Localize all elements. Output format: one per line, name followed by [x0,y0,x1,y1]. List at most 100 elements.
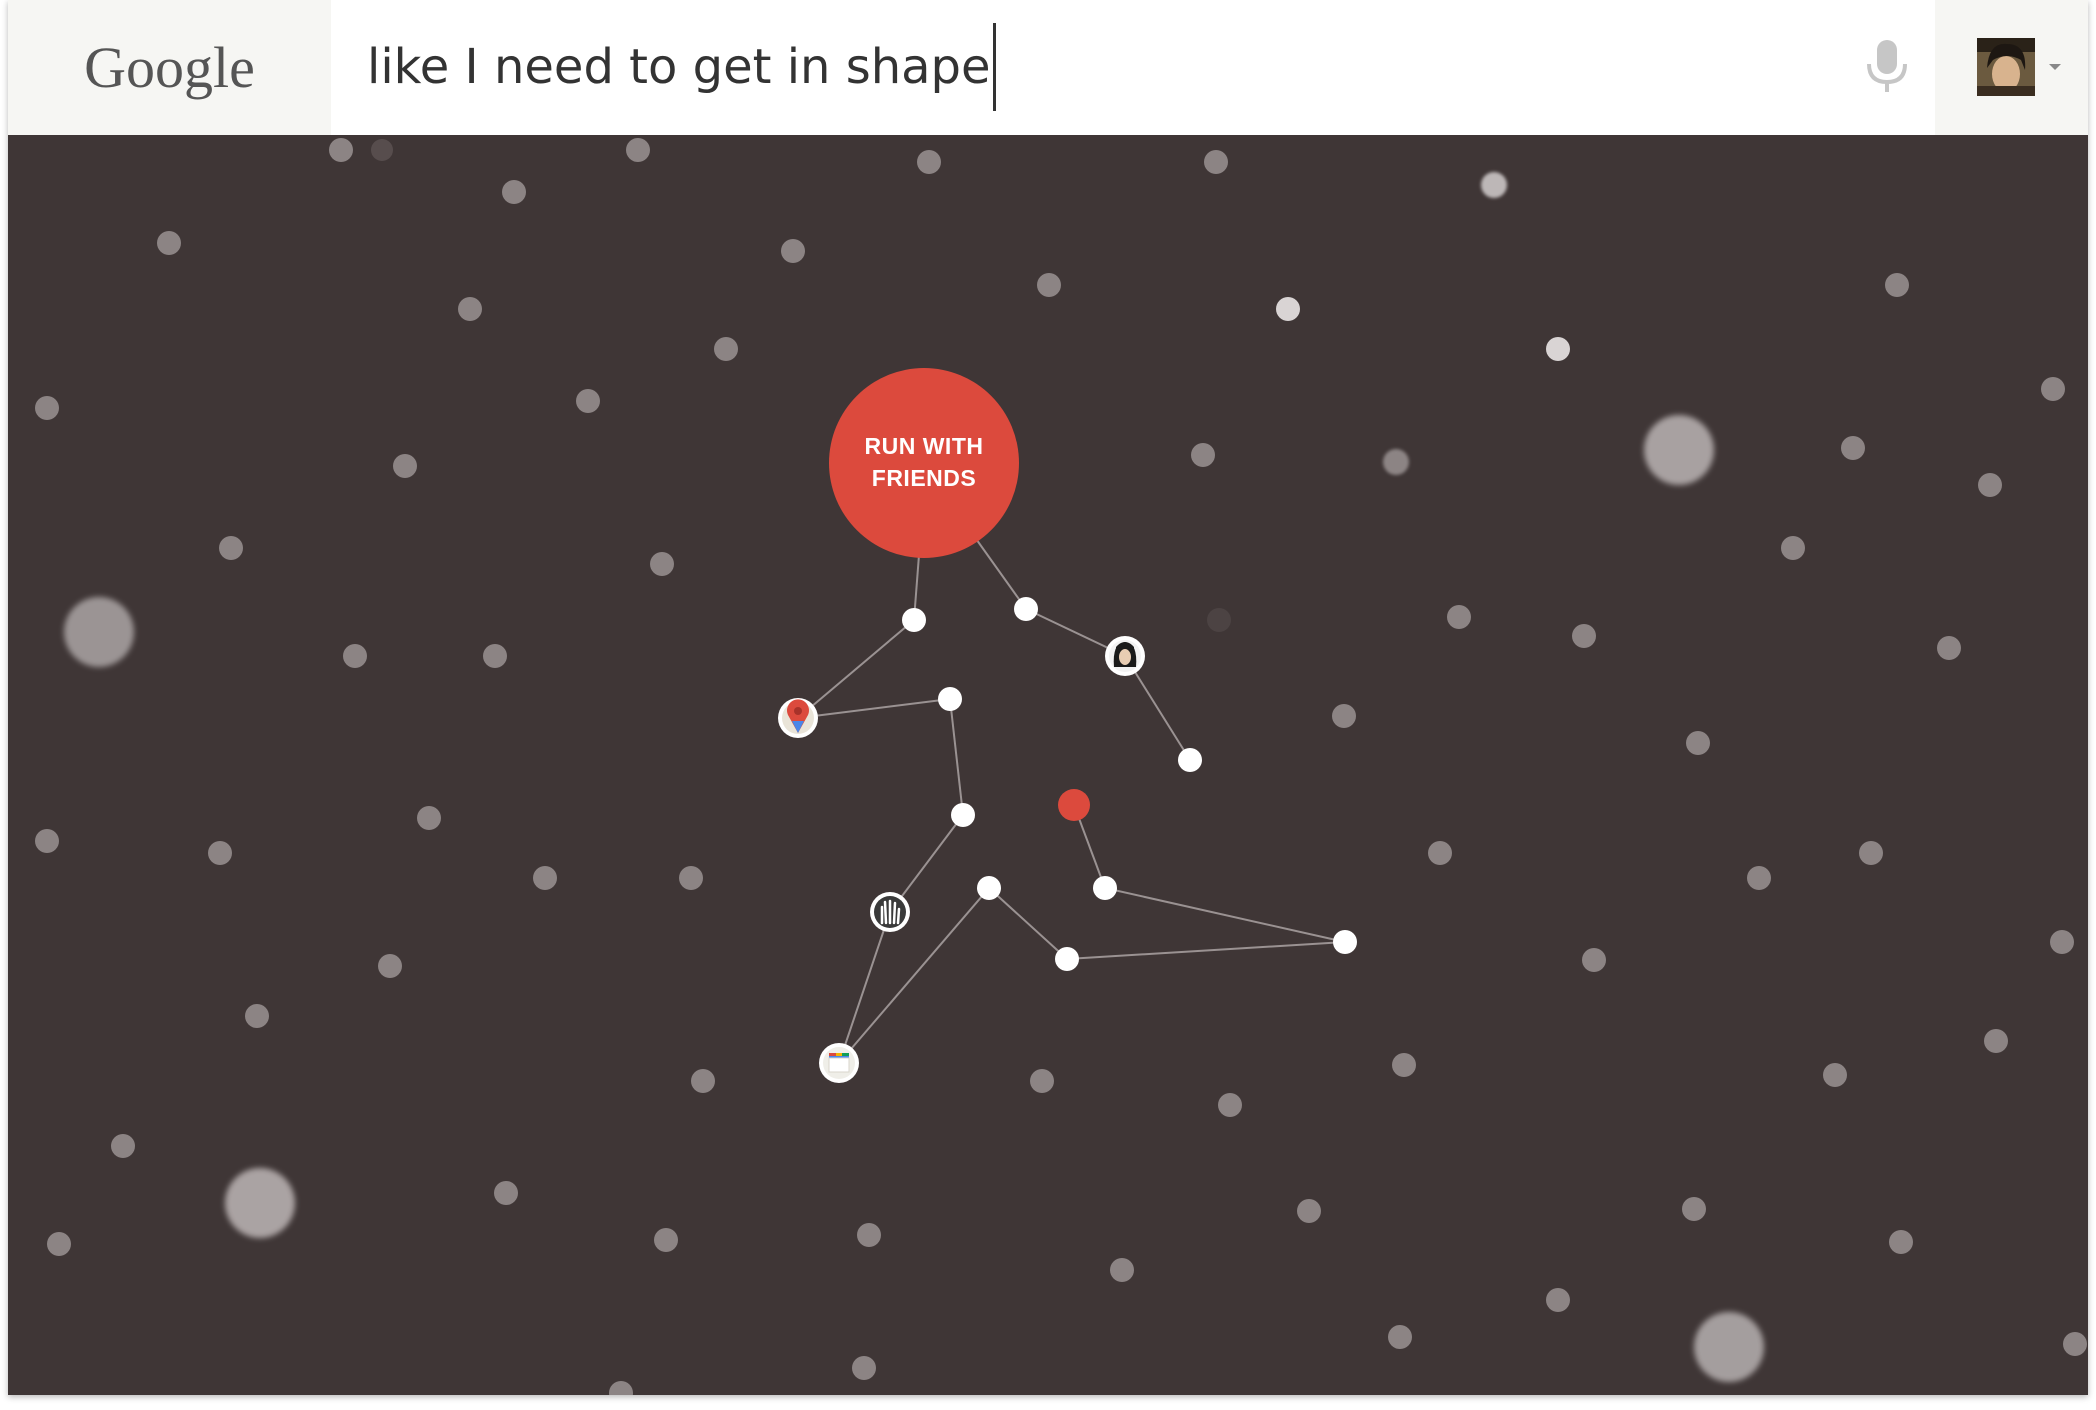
edge [1066,941,1346,960]
background-dot [483,644,507,668]
blurred-dot [1694,1312,1764,1382]
background-dot [650,552,674,576]
background-dot [502,180,526,204]
background-dot [1572,624,1596,648]
account-avatar[interactable] [1977,38,2035,96]
app-window: Google like I need to get in shape RUN W… [8,0,2088,1395]
background-dot [208,841,232,865]
maps-pin-icon[interactable] [778,698,818,738]
edge [1104,887,1346,943]
background-dot [857,1223,881,1247]
background-dot [343,644,367,668]
background-dot [393,454,417,478]
background-dot [1546,1288,1570,1312]
background-dot [219,536,243,560]
constellation-node[interactable] [938,687,962,711]
background-dot [1978,473,2002,497]
constellation-node[interactable] [977,876,1001,900]
hand-photo-icon[interactable] [870,892,910,932]
background-dot [1885,273,1909,297]
background-dot [781,239,805,263]
background-dot [1686,731,1710,755]
text-caret [992,23,996,111]
blurred-dot [64,597,134,667]
background-dot [35,396,59,420]
top-bar: Google like I need to get in shape [8,0,2088,135]
edge [949,698,964,816]
blurred-dot [225,1168,295,1238]
background-dot [47,1232,71,1256]
constellation-node[interactable] [1055,947,1079,971]
account-dropdown-caret[interactable] [2049,64,2061,70]
background-dot [1841,436,1865,460]
background-dot [1984,1029,2008,1053]
calendar-icon[interactable] [819,1043,859,1083]
constellation-node[interactable] [1178,748,1202,772]
background-dot [1937,636,1961,660]
background-dot [1191,443,1215,467]
background-dot [1207,608,1231,632]
background-dot [1297,1199,1321,1223]
account-area [1935,0,2088,135]
background-dot [111,1134,135,1158]
background-dot [371,139,393,161]
background-dot [2063,1332,2087,1356]
background-dot [35,829,59,853]
background-dot [417,806,441,830]
background-dot [609,1381,633,1395]
background-dot [1428,841,1452,865]
background-dot [1388,1325,1412,1349]
background-dot [245,1004,269,1028]
edge [797,619,915,719]
background-dot [329,138,353,162]
light-dots [1276,297,1570,361]
constellation-node[interactable] [902,608,926,632]
background-dot [714,337,738,361]
constellation-svg [35,138,2087,1395]
microphone-icon[interactable] [1859,38,1915,98]
background-dot [654,1228,678,1252]
red-node[interactable] [1058,789,1090,821]
background-dot [2050,930,2074,954]
edge [797,698,951,719]
background-dot [533,866,557,890]
blurred-dot [1481,172,1507,198]
edge [838,887,990,1064]
background-dot [691,1069,715,1093]
background-dot [378,954,402,978]
blurred-dot [1383,449,1409,475]
background-dot [1447,605,1471,629]
search-input[interactable]: like I need to get in shape [367,23,996,111]
highlight-dot [1276,297,1300,321]
background-dot [576,389,600,413]
background-dot [852,1356,876,1380]
background-dot [1204,150,1228,174]
background-dot [679,866,703,890]
constellation-node[interactable] [1333,930,1357,954]
edge [838,911,891,1064]
constellation-node[interactable] [951,803,975,827]
highlight-dot [1546,337,1570,361]
constellation-node[interactable] [1014,597,1038,621]
google-logo[interactable]: Google [8,0,331,135]
background-dot [1859,841,1883,865]
background-dot [1218,1093,1242,1117]
background-dot [1037,273,1061,297]
search-box[interactable]: like I need to get in shape [331,0,1935,135]
edge [988,887,1068,960]
background-dot [1030,1069,1054,1093]
background-dot [626,138,650,162]
edge [973,535,1027,610]
background-dot [1682,1197,1706,1221]
constellation-node[interactable] [1093,876,1117,900]
background-dot [494,1181,518,1205]
background-dot [2041,377,2065,401]
background-dot [157,231,181,255]
background-dot [1889,1230,1913,1254]
background-dot [1781,536,1805,560]
blurred-dots [64,172,1764,1382]
blurred-dot [1644,415,1714,485]
run-with-friends-bubble[interactable] [829,368,1019,558]
friend-avatar-icon[interactable] [1105,636,1145,676]
background-dot [1747,866,1771,890]
